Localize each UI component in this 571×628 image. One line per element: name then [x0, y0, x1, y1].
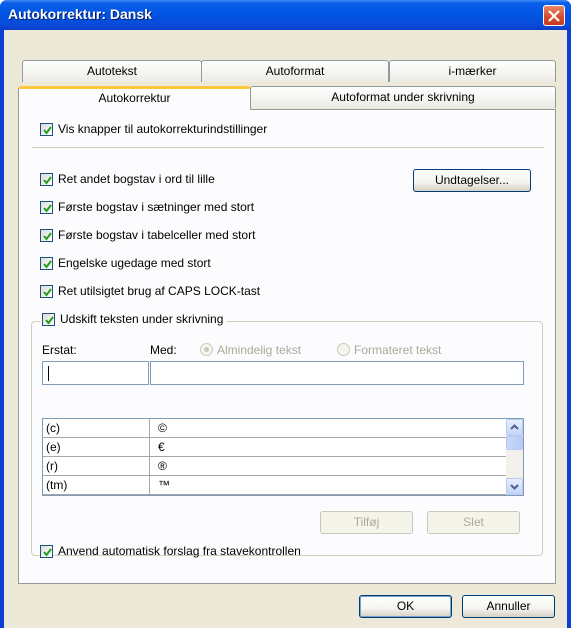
show-buttons-checkbox[interactable] [40, 122, 53, 136]
list-item-replace: (c) [43, 419, 150, 437]
tab-label: Autoformat [265, 64, 325, 78]
cancel-label: Annuller [486, 599, 531, 613]
radio-dot [204, 347, 209, 352]
checkmark-icon [43, 259, 52, 269]
cancel-button[interactable]: Annuller [462, 595, 555, 618]
close-button[interactable] [543, 5, 565, 26]
delete-button[interactable]: Slet [427, 511, 520, 534]
show-buttons-option[interactable]: Vis knapper til autokorrekturindstilling… [40, 122, 267, 136]
list-item[interactable]: (e) € [43, 438, 506, 457]
caps-lock-label: Ret utilsigtet brug af CAPS LOCK-tast [58, 284, 261, 298]
replace-input[interactable] [42, 361, 149, 385]
plain-text-option[interactable]: Almindelig tekst [200, 343, 301, 357]
list-item-with: € [158, 440, 165, 454]
scroll-up-button[interactable] [506, 419, 523, 436]
caps-lock-option[interactable]: Ret utilsigtet brug af CAPS LOCK-tast [40, 284, 260, 298]
close-icon [548, 10, 560, 22]
tab-autoformat-under-skrivning[interactable]: Autoformat under skrivning [250, 86, 556, 108]
list-item-replace: (tm) [43, 476, 150, 494]
list-item-replace: (r) [43, 457, 150, 475]
replace-text-checkbox[interactable] [42, 312, 55, 326]
checkmark-icon [45, 315, 54, 325]
second-letter-option[interactable]: Ret andet bogstav i ord til lille [40, 172, 215, 186]
autocorrect-list[interactable]: (c) © (e) € (r) ® (tm) ™ [42, 418, 524, 496]
tab-label: Autoformat under skrivning [331, 90, 475, 104]
sentence-caps-checkbox[interactable] [40, 200, 53, 214]
list-item[interactable]: (r) ® [43, 457, 506, 476]
list-item-with: ™ [158, 478, 170, 492]
plain-text-radio[interactable] [200, 343, 213, 356]
formatted-text-label: Formateret tekst [354, 343, 442, 357]
sentence-caps-label: Første bogstav i sætninger med stort [58, 200, 255, 214]
dialog-window: Autokorrektur: Dansk Autotekst Autoforma… [0, 0, 571, 628]
tab-i-maerker[interactable]: i-mærker [389, 60, 556, 82]
formatted-text-option[interactable]: Formateret tekst [337, 343, 441, 357]
checkmark-icon [43, 287, 52, 297]
dialog-client: Autotekst Autoformat i-mærker Autokorrek… [4, 30, 567, 628]
exceptions-button[interactable]: Undtagelser... [413, 169, 531, 192]
separator [32, 147, 544, 148]
title-bar[interactable]: Autokorrektur: Dansk [0, 0, 571, 30]
show-buttons-label: Vis knapper til autokorrekturindstilling… [58, 122, 268, 136]
tab-label: Autotekst [86, 64, 138, 78]
weekdays-checkbox[interactable] [40, 256, 53, 270]
text-caret [48, 366, 49, 381]
spellcheck-option[interactable]: Anvend automatisk forslag fra stavekontr… [40, 544, 301, 558]
replace-label: Erstat: [42, 343, 77, 357]
tab-label: Autokorrektur [98, 91, 171, 105]
list-item-with: © [158, 421, 167, 435]
checkmark-icon [43, 231, 52, 241]
scroll-up-icon [510, 424, 519, 430]
list-item-with: ® [158, 459, 167, 473]
delete-label: Slet [463, 515, 484, 529]
cell-caps-option[interactable]: Første bogstav i tabelceller med stort [40, 228, 255, 242]
replace-text-label: Udskift teksten under skrivning [60, 312, 224, 326]
scroll-down-button[interactable] [506, 478, 523, 495]
plain-text-label: Almindelig tekst [217, 343, 302, 357]
tab-label: i-mærker [448, 64, 497, 78]
caps-lock-checkbox[interactable] [40, 284, 53, 298]
sentence-caps-option[interactable]: Første bogstav i sætninger med stort [40, 200, 254, 214]
with-input[interactable] [150, 361, 524, 385]
with-label: Med: [150, 343, 177, 357]
checkmark-icon [43, 175, 52, 185]
list-item-replace: (e) [43, 438, 150, 456]
formatted-text-radio[interactable] [337, 343, 350, 356]
checkmark-icon [43, 547, 52, 557]
scroll-down-icon [510, 484, 519, 490]
window-title: Autokorrektur: Dansk [8, 6, 152, 22]
add-label: Tilføj [353, 515, 380, 529]
cell-caps-label: Første bogstav i tabelceller med stort [58, 228, 256, 242]
second-letter-label: Ret andet bogstav i ord til lille [58, 172, 215, 186]
checkmark-icon [43, 203, 52, 213]
tab-autotekst[interactable]: Autotekst [22, 60, 202, 82]
replace-text-option[interactable]: Udskift teksten under skrivning [40, 312, 228, 326]
tab-autokorrektur[interactable]: Autokorrektur [18, 86, 251, 110]
weekdays-option[interactable]: Engelske ugedage med stort [40, 256, 211, 270]
weekdays-label: Engelske ugedage med stort [58, 256, 211, 270]
second-letter-checkbox[interactable] [40, 172, 53, 186]
ok-button[interactable]: OK [359, 595, 452, 618]
cell-caps-checkbox[interactable] [40, 228, 53, 242]
ok-label: OK [396, 599, 415, 613]
exceptions-label: Undtagelser... [434, 173, 510, 187]
list-item[interactable]: (c) © [43, 419, 506, 438]
spellcheck-checkbox[interactable] [40, 544, 53, 558]
list-item[interactable]: (tm) ™ [43, 476, 506, 495]
scroll-thumb[interactable] [506, 436, 523, 450]
add-button[interactable]: Tilføj [320, 511, 413, 534]
list-scrollbar[interactable] [506, 419, 523, 495]
checkmark-icon [43, 125, 52, 135]
tab-autoformat[interactable]: Autoformat [201, 60, 389, 82]
spellcheck-label: Anvend automatisk forslag fra stavekontr… [58, 544, 301, 558]
